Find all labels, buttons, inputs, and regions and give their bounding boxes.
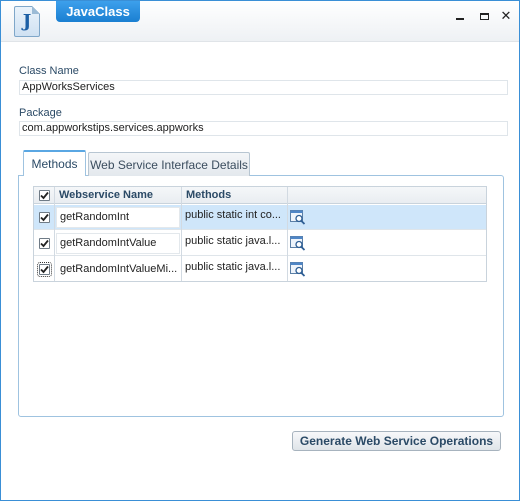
minimize-icon[interactable] [453, 9, 467, 23]
row-checkbox[interactable] [37, 262, 52, 277]
class-name-field[interactable]: AppWorksServices [19, 80, 508, 95]
maximize-icon[interactable] [477, 9, 491, 23]
header-webservice-name[interactable]: Webservice Name [59, 189, 153, 201]
inspect-icon[interactable] [290, 262, 306, 277]
methods-grid: Webservice Name Methods getRandomInt pub… [33, 186, 487, 282]
title-bar[interactable]: J JavaClass ✕ [1, 1, 519, 42]
webservice-name-cell[interactable]: getRandomInt [56, 207, 180, 228]
window-title: JavaClass [56, 1, 140, 22]
webservice-name-cell[interactable]: getRandomIntValue [56, 233, 180, 254]
package-label: Package [19, 107, 62, 119]
webservice-name-cell[interactable]: getRandomIntValueMi... [56, 259, 180, 280]
generate-web-service-operations-button[interactable]: Generate Web Service Operations [292, 431, 501, 451]
checkmark-icon [40, 239, 49, 248]
inspect-icon[interactable] [290, 236, 306, 251]
checkmark-icon [40, 265, 49, 274]
close-icon[interactable]: ✕ [499, 8, 513, 23]
tab-web-service-interface-details[interactable]: Web Service Interface Details [88, 152, 250, 176]
column-divider [54, 187, 55, 281]
select-all-checkbox[interactable] [39, 190, 50, 201]
row-checkbox[interactable] [39, 212, 50, 223]
tab-methods[interactable]: Methods [23, 150, 86, 176]
checkmark-icon [40, 191, 49, 200]
method-cell: public static java.l... [185, 261, 281, 273]
table-row[interactable]: getRandomIntValueMi... public static jav… [34, 257, 486, 282]
header-methods[interactable]: Methods [186, 189, 231, 201]
java-file-icon: J [14, 6, 40, 37]
class-name-label: Class Name [19, 65, 79, 77]
row-checkbox[interactable] [39, 238, 50, 249]
method-cell: public static int co... [185, 209, 281, 221]
column-divider [181, 187, 182, 281]
table-row[interactable]: getRandomInt public static int co... [34, 205, 486, 230]
column-divider [287, 187, 288, 281]
table-row[interactable]: getRandomIntValue public static java.l..… [34, 231, 486, 256]
method-cell: public static java.l... [185, 235, 281, 247]
grid-header: Webservice Name Methods [34, 187, 486, 204]
package-field[interactable]: com.appworkstips.services.appworks [19, 121, 508, 136]
inspect-icon[interactable] [290, 210, 306, 225]
checkmark-icon [40, 213, 49, 222]
